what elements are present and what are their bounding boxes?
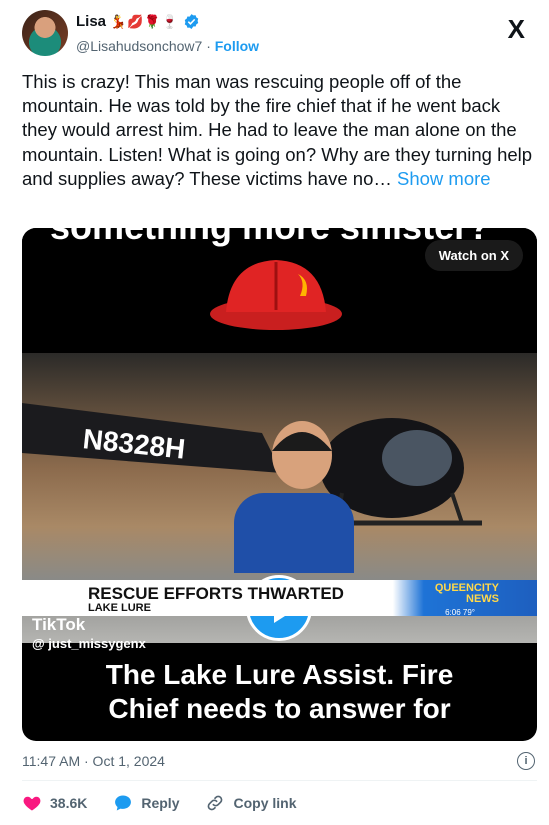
- heart-icon: [23, 796, 41, 811]
- author-handle[interactable]: @Lisahudsonchow7: [76, 38, 202, 54]
- helicopter-illustration: N8328H: [22, 403, 482, 573]
- video-caption: The Lake Lure Assist. Fire Chief needs t…: [22, 658, 537, 726]
- copy-link-button[interactable]: Copy link: [205, 793, 297, 813]
- info-icon[interactable]: i: [517, 752, 535, 770]
- action-bar: 38.6K Reply Copy link: [22, 793, 323, 813]
- fire-helmet-icon: [210, 260, 342, 330]
- caption-line-1: The Lake Lure Assist. Fire: [105, 659, 454, 690]
- station-logo: QUEENCITY NEWS: [435, 583, 499, 605]
- like-button[interactable]: 38.6K: [22, 793, 87, 813]
- video-top-strip: something more sinister? Watch on X: [22, 228, 537, 353]
- tiktok-wordmark: TikTok: [32, 615, 86, 634]
- tiktok-username: @ just_missygenx: [32, 636, 146, 651]
- handle-row: @Lisahudsonchow7 · Follow: [76, 38, 259, 54]
- tweet-timestamp[interactable]: 11:47 AM · Oct 1, 2024: [22, 753, 165, 769]
- station-time-temp: 6:06 79°: [445, 608, 475, 617]
- caption-line-2: Chief needs to answer for: [108, 693, 451, 724]
- avatar[interactable]: [22, 10, 68, 56]
- like-count: 38.6K: [50, 795, 88, 811]
- follow-button[interactable]: Follow: [215, 38, 259, 54]
- station-news: NEWS: [466, 593, 499, 605]
- watch-on-x-button[interactable]: Watch on X: [424, 240, 523, 271]
- video-top-text: something more sinister?: [50, 228, 490, 248]
- news-banner-subtitle: LAKE LURE: [88, 602, 151, 614]
- author-name[interactable]: Lisa: [76, 13, 106, 30]
- reply-label: Reply: [141, 795, 180, 811]
- reply-button[interactable]: Reply: [113, 793, 179, 813]
- video-player[interactable]: something more sinister? Watch on X N832…: [22, 228, 537, 741]
- divider: [22, 780, 537, 781]
- link-icon: [208, 795, 223, 811]
- separator-dot: ·: [206, 38, 215, 54]
- author-emojis: 💃💋🌹🍷: [110, 13, 179, 29]
- reply-icon: [115, 795, 132, 811]
- author-name-row: Lisa 💃💋🌹🍷: [76, 13, 200, 30]
- show-more-link[interactable]: Show more: [397, 168, 491, 189]
- verified-badge-icon: [184, 14, 198, 29]
- copy-link-label: Copy link: [233, 795, 297, 811]
- news-banner-title: RESCUE EFFORTS THWARTED: [88, 584, 344, 603]
- tweet-text: This is crazy! This man was rescuing peo…: [22, 70, 534, 191]
- x-logo-icon[interactable]: X: [508, 14, 525, 45]
